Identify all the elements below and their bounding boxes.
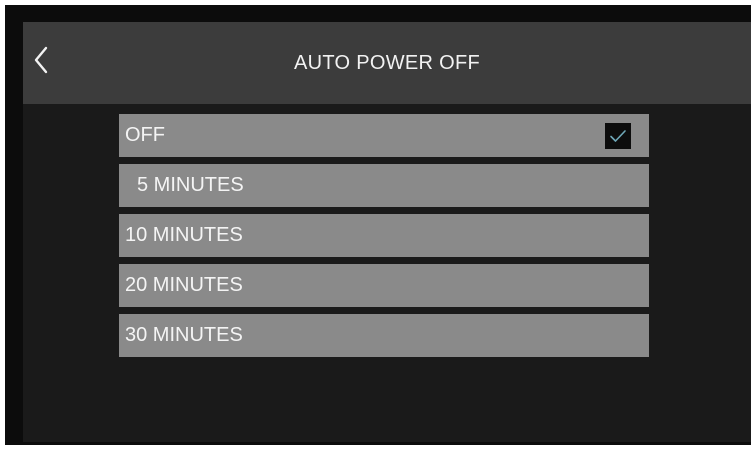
- chevron-left-icon: [34, 46, 48, 74]
- checkmark-icon: [610, 130, 626, 142]
- options-list: OFF 5 MINUTES 10 MINUTES 20 MINUTES 30 M…: [119, 114, 649, 364]
- option-label: OFF: [125, 124, 165, 146]
- header-bar: AUTO POWER OFF: [23, 22, 751, 104]
- back-button[interactable]: [27, 40, 55, 80]
- checkbox-checked[interactable]: [605, 123, 631, 149]
- option-label: 10 MINUTES: [125, 224, 243, 246]
- option-5-minutes[interactable]: 5 MINUTES: [119, 164, 649, 207]
- page-title: AUTO POWER OFF: [293, 52, 481, 74]
- option-label: 20 MINUTES: [125, 274, 243, 296]
- option-off[interactable]: OFF: [119, 114, 649, 157]
- option-10-minutes[interactable]: 10 MINUTES: [119, 214, 649, 257]
- screen: AUTO POWER OFF OFF 5 MINUTES 10 MINUTES …: [23, 22, 751, 442]
- option-label: 30 MINUTES: [125, 324, 243, 346]
- option-label: 5 MINUTES: [137, 174, 244, 196]
- option-30-minutes[interactable]: 30 MINUTES: [119, 314, 649, 357]
- option-20-minutes[interactable]: 20 MINUTES: [119, 264, 649, 307]
